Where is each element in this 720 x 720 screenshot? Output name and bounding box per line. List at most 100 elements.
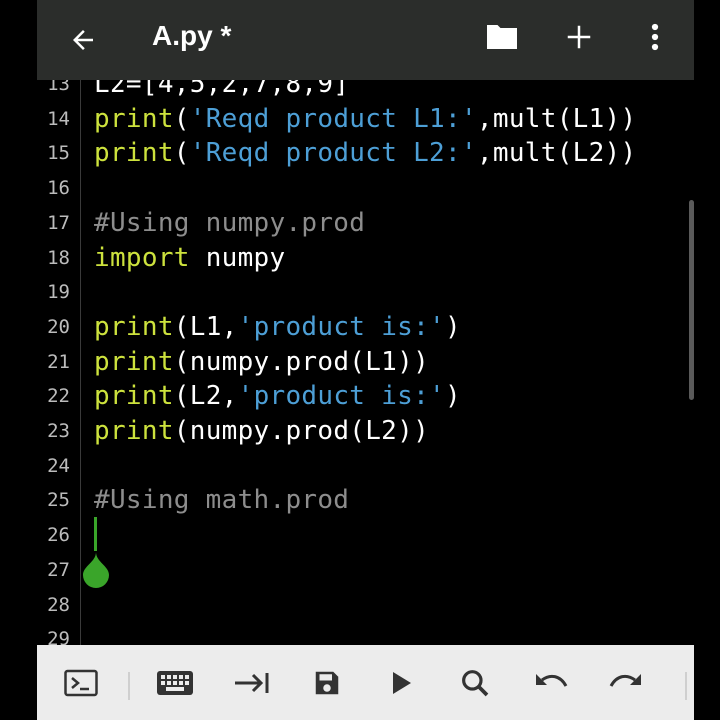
folder-icon: [487, 25, 517, 49]
editor-app: A.py * 13 L2=[4,5,2,7,8,9] 14 print('Reqd p…: [37, 0, 694, 720]
line-number: 13: [47, 80, 70, 95]
redo-button[interactable]: [602, 659, 650, 707]
line-number: 27: [47, 558, 70, 581]
code-token: 'Reqd product L2:': [189, 138, 477, 169]
line-number: 23: [47, 420, 70, 442]
overflow-menu-button[interactable]: [630, 12, 680, 62]
code-token: (L2,: [173, 381, 238, 412]
top-app-bar: A.py *: [37, 0, 694, 80]
code-text: print('Reqd product L1:',mult(L1)): [94, 102, 636, 137]
code-token: print: [94, 311, 174, 342]
code-text: print(numpy.prod(L2)): [94, 414, 429, 449]
open-folder-button[interactable]: [477, 12, 527, 62]
more-vert-icon: [651, 23, 659, 51]
code-text: print('Reqd product L2:',mult(L2)): [94, 136, 636, 171]
code-token: #Using math.prod: [94, 485, 350, 516]
terminal-button[interactable]: [57, 659, 105, 707]
line-number: 22: [47, 385, 70, 408]
code-line[interactable]: 22 print(L2,'product is:'): [37, 379, 694, 414]
editor-scrollbar[interactable]: [689, 200, 694, 400]
line-number: 26: [47, 524, 70, 547]
code-line[interactable]: 20 print(L1,'product is:'): [37, 310, 694, 345]
code-token: (: [173, 138, 190, 169]
line-number: 18: [47, 246, 70, 269]
code-line[interactable]: 21 print(numpy.prod(L1)): [37, 345, 694, 380]
line-number: 19: [47, 281, 70, 304]
indent-button[interactable]: [228, 659, 276, 707]
toolbar-separator: [685, 672, 687, 700]
run-button[interactable]: [377, 659, 425, 707]
code-line[interactable]: 27: [37, 553, 694, 588]
code-text: print(L2,'product is:'): [94, 379, 461, 414]
code-line[interactable]: 17 #Using numpy.prod: [37, 206, 694, 241]
text-cursor: [94, 517, 97, 551]
line-number: 16: [47, 177, 70, 200]
line-number: 21: [47, 350, 70, 373]
code-text: L2=[4,5,2,7,8,9]: [94, 80, 349, 102]
search-button[interactable]: [451, 659, 499, 707]
code-text: #Using numpy.prod: [94, 206, 365, 241]
code-token: (numpy.prod(L2)): [173, 416, 430, 446]
code-line[interactable]: 14 print('Reqd product L1:',mult(L1)): [37, 102, 694, 137]
code-token: numpy: [189, 242, 286, 273]
code-token: print: [94, 103, 174, 134]
save-button[interactable]: [303, 659, 351, 707]
code-token: print: [94, 381, 174, 412]
code-token: import: [94, 242, 190, 273]
redo-icon: [609, 674, 641, 687]
terminal-icon: [64, 669, 98, 697]
code-token: print: [94, 346, 174, 377]
code-line[interactable]: 16: [37, 171, 694, 206]
keyboard-icon: [157, 671, 193, 695]
code-token: L2=[4,5,2,7,8,9]: [94, 80, 350, 99]
code-line[interactable]: 28: [37, 588, 694, 623]
line-number: 14: [47, 107, 70, 130]
code-line[interactable]: 24: [37, 449, 694, 484]
code-token: ): [445, 311, 461, 342]
code-line[interactable]: 29: [37, 622, 694, 645]
keyboard-button[interactable]: [151, 659, 199, 707]
undo-icon: [536, 674, 568, 687]
code-line[interactable]: 13 L2=[4,5,2,7,8,9]: [37, 80, 694, 102]
plus-icon: [567, 25, 591, 49]
tab-indent-icon: [235, 673, 269, 693]
save-icon: [315, 671, 339, 695]
code-token: (: [173, 103, 190, 134]
arrow-left-icon: [73, 30, 93, 50]
toolbar-separator: [128, 672, 130, 700]
code-line[interactable]: 18 import numpy: [37, 241, 694, 276]
search-icon: [462, 670, 489, 697]
line-number: 15: [47, 142, 70, 165]
bottom-toolbar: [37, 645, 694, 720]
code-line[interactable]: 15 print('Reqd product L2:',mult(L2)): [37, 136, 694, 171]
code-line[interactable]: 26: [37, 518, 694, 553]
file-title: A.py *: [152, 20, 232, 51]
code-token: #Using numpy.prod: [94, 207, 366, 238]
code-line[interactable]: 23 print(numpy.prod(L2)): [37, 414, 694, 449]
code-line[interactable]: 25 #Using math.prod: [37, 483, 694, 518]
line-number: 25: [47, 489, 70, 512]
line-number: 29: [47, 628, 70, 645]
code-text: print(L1,'product is:'): [94, 310, 461, 345]
code-token: print: [94, 138, 174, 169]
code-text: print(numpy.prod(L1)): [94, 345, 429, 380]
code-token: print: [94, 416, 174, 446]
code-token: 'product is:': [237, 381, 446, 412]
code-editor[interactable]: 13 L2=[4,5,2,7,8,9] 14 print('Reqd product …: [37, 80, 694, 645]
code-token: (numpy.prod(L1)): [173, 346, 430, 377]
code-token: 'product is:': [237, 311, 446, 342]
line-number: 17: [47, 211, 70, 234]
code-line[interactable]: 19: [37, 275, 694, 310]
new-file-button[interactable]: [554, 12, 604, 62]
back-button[interactable]: [59, 16, 107, 64]
run-icon: [393, 672, 411, 694]
line-number: 20: [47, 315, 70, 338]
code-token: ,mult(L2)): [476, 138, 637, 169]
code-token: (L1,: [173, 311, 238, 342]
code-text: import numpy: [94, 241, 285, 276]
code-token: ,mult(L1)): [476, 103, 637, 134]
undo-button[interactable]: [527, 659, 575, 707]
line-number: 24: [47, 454, 70, 477]
code-token: 'Reqd product L1:': [189, 103, 477, 134]
cursor-handle[interactable]: [81, 552, 111, 588]
